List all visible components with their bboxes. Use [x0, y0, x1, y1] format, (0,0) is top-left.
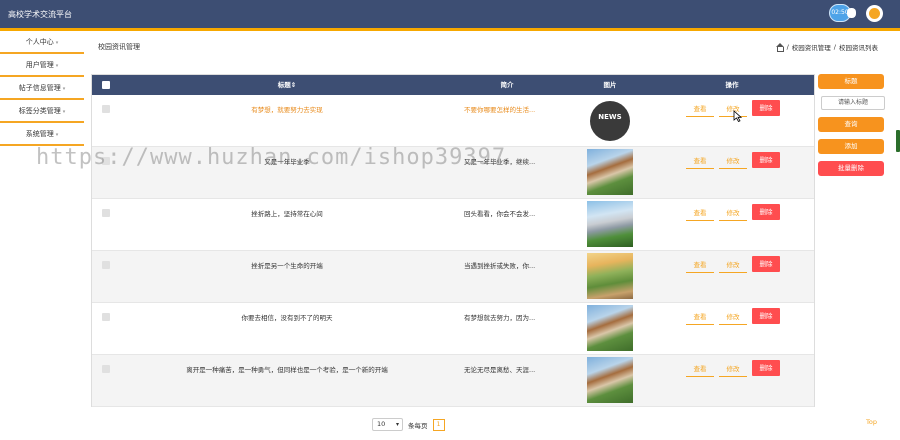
breadcrumb-item: 校园资讯列表 — [839, 44, 878, 52]
view-button[interactable]: 查看 — [686, 363, 714, 377]
row-checkbox[interactable] — [102, 157, 110, 165]
breadcrumb-separator: / — [786, 43, 789, 51]
delete-button[interactable]: 删除 — [752, 100, 780, 116]
search-button[interactable]: 查询 — [818, 117, 884, 132]
page-size-select[interactable]: 10 ▾ — [372, 418, 403, 431]
column-header-title[interactable]: 标题⇕ — [182, 75, 392, 95]
sidebar-item-label: 用户管理 — [25, 61, 54, 69]
breadcrumb-item[interactable]: 校园资讯管理 — [792, 42, 831, 52]
view-button[interactable]: 查看 — [686, 103, 714, 117]
row-checkbox[interactable] — [102, 209, 110, 217]
column-header-intro: 简介 — [500, 81, 514, 89]
breadcrumb-separator: / — [833, 43, 836, 51]
bubble-icon — [847, 8, 856, 18]
scrollbar[interactable] — [896, 130, 900, 152]
table-row: 挫折路上，坚持常在心间 回头看看，你会不会发... 查看 修改 删除 — [92, 199, 814, 251]
row-title: 又是一年毕业季 — [264, 158, 310, 166]
view-button[interactable]: 查看 — [686, 311, 714, 325]
avatar[interactable] — [866, 5, 883, 22]
page-number-current[interactable]: 1 — [432, 418, 445, 431]
row-title: 有梦想，就要努力去实现 — [251, 106, 323, 114]
sidebar-item-label: 系统管理 — [25, 130, 54, 138]
back-to-top-link[interactable]: Top — [866, 418, 877, 426]
row-intro: 当遇到挫折或失败，你... — [464, 262, 536, 270]
chevron-down-icon: ▾ — [55, 40, 59, 46]
chevron-down-icon: ▾ — [55, 63, 59, 69]
table-row: 挫折是另一个生命的开端 当遇到挫折或失败，你... 查看 修改 删除 — [92, 251, 814, 303]
delete-button[interactable]: 删除 — [752, 256, 780, 272]
news-thumbnail: NEWS — [587, 97, 633, 143]
search-input[interactable]: 请输入标题 — [821, 96, 885, 110]
row-title: 挫折是另一个生命的开端 — [251, 262, 323, 270]
view-button[interactable]: 查看 — [686, 207, 714, 221]
per-page-label: 条每页 — [408, 421, 428, 430]
edit-button[interactable]: 修改 — [719, 155, 747, 169]
chevron-down-icon: ▾ — [62, 86, 66, 92]
page-size-value: 10 — [377, 420, 386, 428]
sidebar-item-users[interactable]: 用户管理 ▾ — [0, 54, 84, 77]
row-intro: 不要你哪要怎样的生活... — [464, 106, 536, 114]
user-icon — [869, 8, 880, 19]
view-button[interactable]: 查看 — [686, 155, 714, 169]
sidebar-item-label: 标签分类管理 — [18, 107, 61, 115]
home-icon[interactable] — [775, 43, 785, 52]
row-title: 你要去相信，没有到不了的明天 — [241, 314, 333, 322]
campus-thumbnail — [587, 253, 633, 299]
chevron-down-icon: ▾ — [62, 109, 66, 115]
row-checkbox[interactable] — [102, 261, 110, 269]
table-row: 你要去相信，没有到不了的明天 有梦想就去努力，因为... 查看 修改 删除 — [92, 303, 814, 355]
campus-thumbnail — [587, 357, 633, 403]
row-title: 离开是一种痛苦，是一种勇气，但同样也是一个考验，是一个新的开端 — [186, 366, 388, 374]
sidebar-item-system[interactable]: 系统管理 ▾ — [0, 123, 84, 146]
campus-thumbnail — [587, 305, 633, 351]
page-title: 校园资讯管理 — [98, 43, 140, 51]
campus-thumbnail — [587, 149, 633, 195]
sidebar-item-label: 帖子信息管理 — [18, 84, 61, 92]
table-row: 有梦想，就要努力去实现 不要你哪要怎样的生活... NEWS 查看 修改 删除 — [92, 95, 814, 147]
sidebar-item-label: 个人中心 — [25, 38, 54, 46]
row-intro: 无论无尽是离愁、天涯... — [464, 366, 536, 374]
chevron-down-icon: ▾ — [55, 132, 59, 138]
news-table: 标题⇕ 简介 图片 操作 有梦想，就要努力去实现 不要你哪要怎样的生活... NEW… — [91, 74, 815, 407]
sidebar-item-tags[interactable]: 标签分类管理 ▾ — [0, 100, 84, 123]
edit-button[interactable]: 修改 — [719, 363, 747, 377]
table-row: 离开是一种痛苦，是一种勇气，但同样也是一个考验，是一个新的开端 无论无尽是离愁、天… — [92, 355, 814, 407]
select-all-checkbox[interactable] — [102, 81, 110, 89]
row-checkbox[interactable] — [102, 105, 110, 113]
row-intro: 有梦想就去努力，因为... — [464, 314, 536, 322]
delete-button[interactable]: 删除 — [752, 152, 780, 168]
sidebar: 个人中心 ▾ 用户管理 ▾ 帖子信息管理 ▾ 标签分类管理 ▾ 系统管理 ▾ — [0, 31, 84, 146]
delete-button[interactable]: 删除 — [752, 204, 780, 220]
table-row: 又是一年毕业季 又是一年毕业季，继续... 查看 修改 删除 — [92, 147, 814, 199]
row-intro: 回头看看，你会不会发... — [464, 210, 536, 218]
app-title: 高校学术交流平台 — [8, 10, 72, 19]
edit-button[interactable]: 修改 — [719, 311, 747, 325]
news-globe-icon — [590, 101, 630, 141]
row-checkbox[interactable] — [102, 365, 110, 373]
row-checkbox[interactable] — [102, 313, 110, 321]
column-header-actions: 操作 — [725, 81, 739, 89]
edit-button[interactable]: 修改 — [719, 259, 747, 273]
pagination: 10 ▾ 条每页 1 — [372, 418, 445, 431]
column-header-image: 图片 — [603, 81, 617, 89]
title-filter-label: 标题 — [818, 74, 884, 89]
delete-button[interactable]: 删除 — [752, 308, 780, 324]
edit-button[interactable]: 修改 — [719, 207, 747, 221]
chevron-down-icon: ▾ — [395, 421, 399, 428]
news-label: NEWS — [598, 113, 622, 121]
delete-button[interactable]: 删除 — [752, 360, 780, 376]
breadcrumb: / 校园资讯管理 / 校园资讯列表 — [775, 42, 878, 52]
campus-thumbnail — [587, 201, 633, 247]
top-header: 高校学术交流平台 02:50 — [0, 0, 900, 28]
row-intro: 又是一年毕业季，继续... — [464, 158, 536, 166]
header-accent-line — [0, 28, 900, 31]
table-header: 标题⇕ 简介 图片 操作 — [92, 75, 814, 95]
sidebar-item-posts[interactable]: 帖子信息管理 ▾ — [0, 77, 84, 100]
view-button[interactable]: 查看 — [686, 259, 714, 273]
batch-delete-button[interactable]: 批量删除 — [818, 161, 884, 176]
row-title: 挫折路上，坚持常在心间 — [251, 210, 323, 218]
add-button[interactable]: 添加 — [818, 139, 884, 154]
sidebar-item-personal-center[interactable]: 个人中心 ▾ — [0, 31, 84, 54]
